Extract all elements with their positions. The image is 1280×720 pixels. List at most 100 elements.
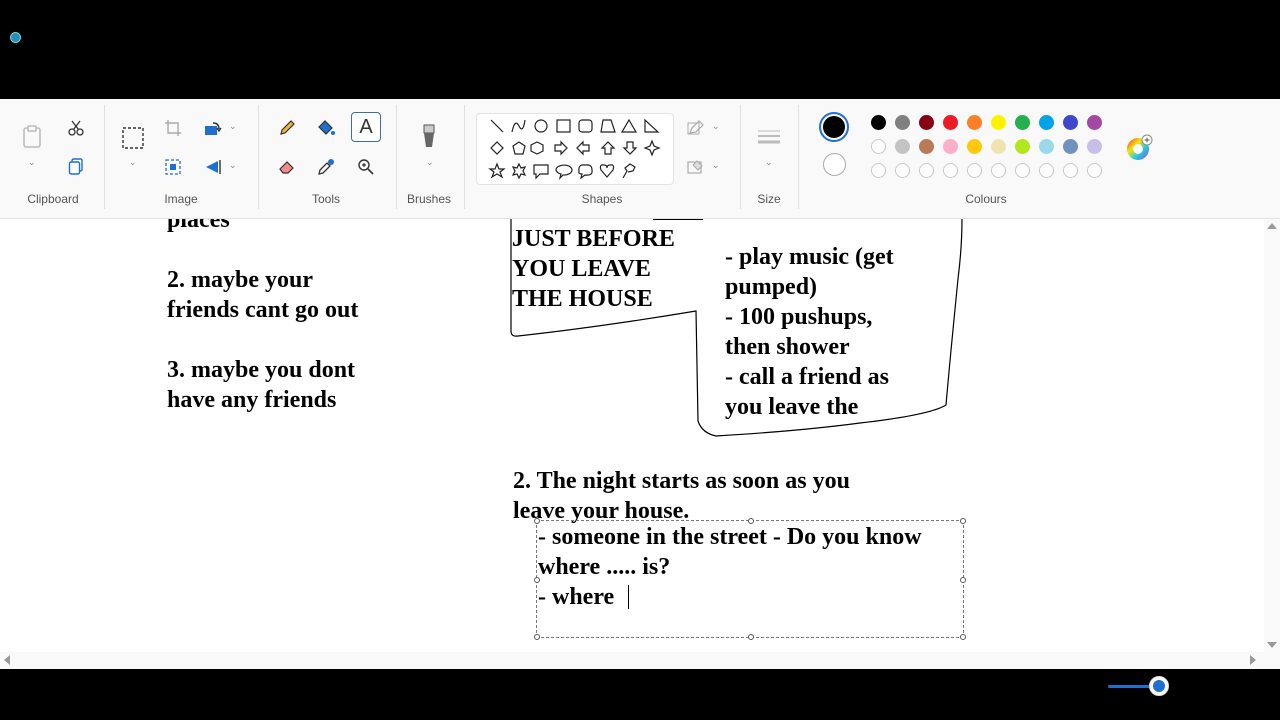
scroll-down-icon[interactable] bbox=[1267, 642, 1277, 648]
palette-colour-swatch[interactable] bbox=[871, 115, 886, 130]
palette-colour-swatch[interactable] bbox=[1015, 115, 1030, 130]
pentagon-shape-icon bbox=[512, 141, 526, 155]
palette-colour-swatch[interactable] bbox=[895, 139, 910, 154]
polygon-shape-icon bbox=[600, 119, 616, 133]
primary-color-swatch[interactable] bbox=[819, 112, 849, 142]
canvas-text-line: then shower bbox=[725, 334, 850, 360]
resize-handle[interactable] bbox=[960, 577, 966, 583]
size-icon[interactable] bbox=[754, 125, 784, 149]
canvas-text-line: JUST BEFORE bbox=[512, 226, 675, 252]
custom-colour-slot[interactable] bbox=[943, 163, 958, 178]
scroll-up-icon[interactable] bbox=[1267, 223, 1277, 229]
custom-colour-slot[interactable] bbox=[895, 163, 910, 178]
custom-colour-slot[interactable] bbox=[919, 163, 934, 178]
custom-colour-slot[interactable] bbox=[1039, 163, 1054, 178]
outline-chevron-icon[interactable]: ⌄ bbox=[712, 121, 720, 132]
resize-handle[interactable] bbox=[960, 634, 966, 640]
edit-colours-icon[interactable] bbox=[1124, 133, 1154, 163]
palette-colour-swatch[interactable] bbox=[1063, 115, 1078, 130]
left-arrow-shape-icon bbox=[576, 140, 590, 156]
custom-colour-slot[interactable] bbox=[991, 163, 1006, 178]
pencil-icon[interactable] bbox=[275, 116, 299, 140]
canvas-text-line: YOU LEAVE bbox=[512, 256, 651, 282]
canvas-text-line: THE HOUSE bbox=[512, 286, 653, 312]
up-arrow-shape-icon bbox=[600, 141, 616, 155]
palette-colour-swatch[interactable] bbox=[871, 139, 886, 154]
text-tool-icon[interactable]: A bbox=[351, 112, 381, 142]
secondary-color-swatch[interactable] bbox=[823, 153, 846, 176]
canvas-text-line: - call a friend as bbox=[725, 364, 889, 390]
custom-colour-slot[interactable] bbox=[1087, 163, 1102, 178]
app-icon bbox=[10, 32, 21, 43]
right-arrow-shape-icon bbox=[554, 140, 568, 156]
rotate-icon[interactable] bbox=[202, 117, 224, 139]
palette-colour-swatch[interactable] bbox=[1087, 139, 1102, 154]
palette-colour-swatch[interactable] bbox=[943, 115, 958, 130]
brush-icon[interactable] bbox=[414, 121, 444, 151]
shapes-group-label: Shapes bbox=[581, 192, 623, 206]
text-box-line: where ..... is? bbox=[538, 554, 671, 580]
rotate-chevron-icon[interactable]: ⌄ bbox=[229, 121, 237, 132]
line-shape-icon bbox=[490, 119, 504, 133]
size-chevron-icon[interactable]: ⌄ bbox=[765, 157, 773, 168]
paste-chevron-icon[interactable]: ⌄ bbox=[28, 157, 36, 168]
diamond-shape-icon bbox=[490, 141, 504, 155]
zoom-slider-thumb[interactable] bbox=[1149, 676, 1169, 696]
cut-icon[interactable] bbox=[64, 117, 88, 139]
horizontal-scrollbar[interactable] bbox=[0, 652, 1280, 669]
ribbon-toolbar: ⌄ Clipboard ⌄ ⌄ ⌄ Image A Tools ⌄ Brushe… bbox=[0, 99, 1280, 219]
rectangle-shape-icon bbox=[556, 119, 571, 133]
outline-icon[interactable] bbox=[684, 117, 708, 139]
canvas-text-line: - 100 pushups, bbox=[725, 304, 873, 330]
canvas-text-line: you leave the bbox=[725, 394, 859, 420]
palette-colour-swatch[interactable] bbox=[1087, 115, 1102, 130]
paste-icon[interactable] bbox=[18, 123, 46, 151]
palette-colour-swatch[interactable] bbox=[919, 139, 934, 154]
flip-icon[interactable] bbox=[202, 156, 224, 178]
custom-colour-slot[interactable] bbox=[1063, 163, 1078, 178]
flip-chevron-icon[interactable]: ⌄ bbox=[229, 160, 237, 171]
palette-colour-swatch[interactable] bbox=[967, 139, 982, 154]
shapes-gallery[interactable] bbox=[476, 113, 674, 185]
resize-handle[interactable] bbox=[748, 634, 754, 640]
canvas-text-line: 2. The night starts as soon as you bbox=[513, 468, 850, 494]
magnifier-icon[interactable] bbox=[354, 155, 378, 179]
vertical-scrollbar[interactable] bbox=[1264, 219, 1280, 652]
shape-fill-icon[interactable] bbox=[684, 156, 708, 178]
palette-colour-swatch[interactable] bbox=[967, 115, 982, 130]
palette-colour-swatch[interactable] bbox=[943, 139, 958, 154]
eraser-icon[interactable] bbox=[275, 155, 299, 179]
resize-handle[interactable] bbox=[960, 518, 966, 524]
palette-colour-swatch[interactable] bbox=[895, 115, 910, 130]
palette-colour-swatch[interactable] bbox=[1039, 115, 1054, 130]
triangle-shape-icon bbox=[620, 118, 638, 133]
custom-colour-slot[interactable] bbox=[1015, 163, 1030, 178]
resize-handle[interactable] bbox=[534, 634, 540, 640]
fill-icon[interactable] bbox=[314, 116, 338, 140]
shape-fill-chevron-icon[interactable]: ⌄ bbox=[712, 160, 720, 171]
select-icon[interactable] bbox=[118, 123, 148, 153]
crop-icon[interactable] bbox=[162, 117, 184, 139]
heart-shape-icon bbox=[599, 164, 615, 178]
scroll-left-icon[interactable] bbox=[4, 655, 10, 665]
copy-icon[interactable] bbox=[64, 156, 88, 178]
custom-colour-slot[interactable] bbox=[967, 163, 982, 178]
canvas-text-line: - play music (get bbox=[725, 244, 894, 270]
palette-colour-swatch[interactable] bbox=[991, 139, 1006, 154]
palette-colour-swatch[interactable] bbox=[991, 115, 1006, 130]
rounded-rectangle-shape-icon bbox=[578, 119, 593, 133]
down-arrow-shape-icon bbox=[622, 141, 638, 155]
palette-colour-swatch[interactable] bbox=[1063, 139, 1078, 154]
text-box-line: - someone in the street - Do you know bbox=[538, 524, 922, 550]
custom-colour-slot[interactable] bbox=[871, 163, 886, 178]
palette-colour-swatch[interactable] bbox=[919, 115, 934, 130]
select-chevron-icon[interactable]: ⌄ bbox=[129, 157, 137, 168]
brush-chevron-icon[interactable]: ⌄ bbox=[426, 157, 434, 168]
palette-colour-swatch[interactable] bbox=[1015, 139, 1030, 154]
image-group-label: Image bbox=[164, 192, 198, 206]
palette-colour-swatch[interactable] bbox=[1039, 139, 1054, 154]
resize-icon[interactable] bbox=[162, 156, 184, 178]
text-caret bbox=[628, 585, 629, 609]
scroll-right-icon[interactable] bbox=[1250, 655, 1256, 665]
color-picker-icon[interactable] bbox=[314, 155, 338, 179]
